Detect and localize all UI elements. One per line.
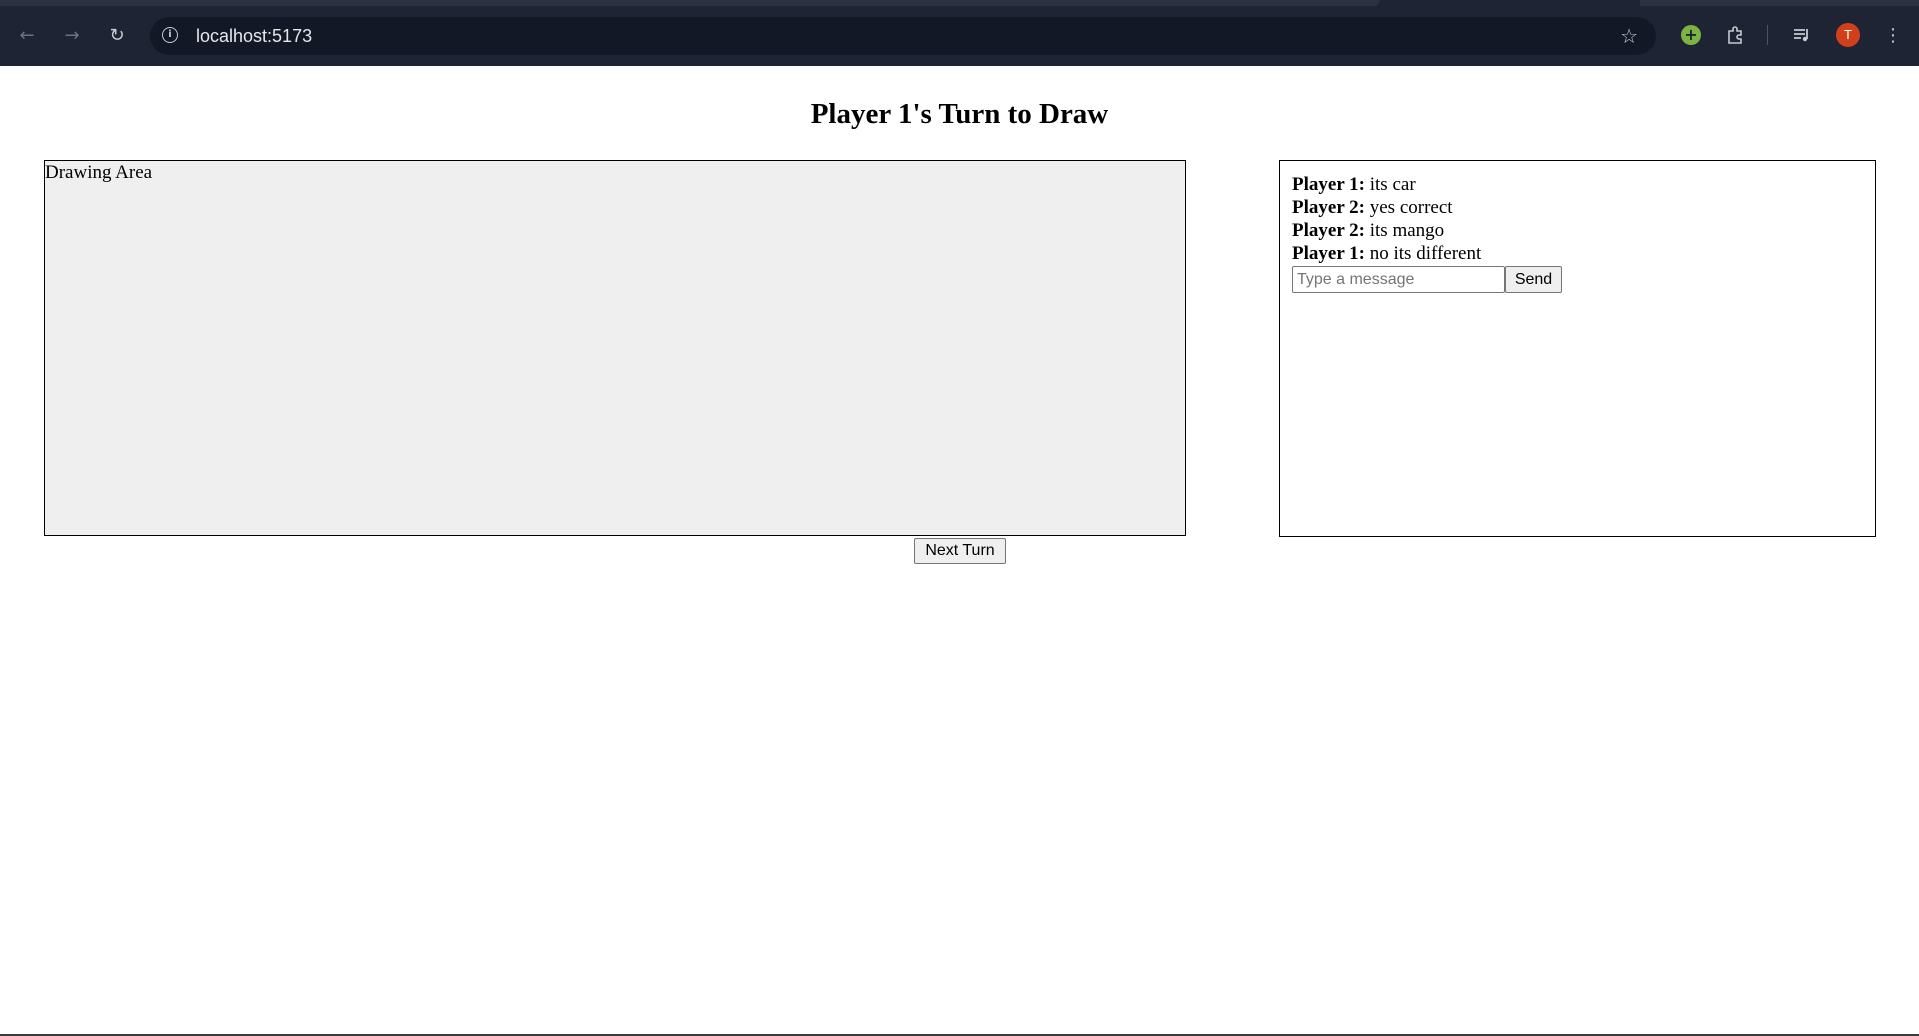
chat-message: Player 2: its mango [1292, 219, 1863, 242]
chat-text: no its different [1369, 243, 1482, 264]
chat-sender: Player 1: [1292, 243, 1365, 264]
chat-message: Player 1: its car [1292, 173, 1863, 196]
puzzle-icon[interactable] [1723, 22, 1749, 48]
chat-sender: Player 2: [1292, 197, 1365, 218]
address-bar[interactable]: i localhost:5173 ☆ [150, 17, 1656, 55]
media-queue-icon[interactable] [1789, 22, 1815, 48]
next-turn-button[interactable]: Next Turn [914, 538, 1006, 564]
tab-strip [0, 0, 1380, 6]
toolbar-separator [1767, 25, 1768, 45]
avatar: T [1836, 23, 1860, 47]
chat-message: Player 2: yes correct [1292, 196, 1863, 219]
chat-text: its mango [1369, 220, 1445, 241]
chat-input-row: Send [1292, 266, 1863, 293]
send-button[interactable]: Send [1505, 266, 1562, 293]
site-info-icon[interactable]: i [162, 27, 178, 43]
tab-strip-right [1640, 0, 1919, 6]
drawing-area[interactable]: Drawing Area [44, 160, 1186, 536]
chat-sender: Player 1: [1292, 174, 1365, 195]
profile-avatar[interactable]: T [1835, 22, 1861, 48]
browser-toolbar: ← → ↻ i localhost:5173 ☆ + T ⋮ [0, 0, 1919, 66]
forward-arrow-icon[interactable]: → [57, 20, 87, 50]
chat-panel: Player 1: its car Player 2: yes correct … [1279, 160, 1876, 537]
reload-icon[interactable]: ↻ [102, 20, 132, 50]
drawing-area-label: Drawing Area [45, 162, 153, 183]
chat-sender: Player 2: [1292, 220, 1365, 241]
kebab-menu-icon[interactable]: ⋮ [1880, 22, 1906, 48]
chat-text: its car [1369, 174, 1416, 195]
page-title: Player 1's Turn to Draw [810, 98, 1109, 130]
chat-message: Player 1: no its different [1292, 242, 1863, 265]
back-arrow-icon[interactable]: ← [12, 20, 42, 50]
chat-text: yes correct [1369, 197, 1453, 218]
extension-plus-icon[interactable]: + [1678, 22, 1704, 48]
chat-message-input[interactable] [1292, 266, 1505, 293]
star-icon[interactable]: ☆ [1620, 24, 1638, 48]
url-text[interactable]: localhost:5173 [196, 26, 312, 47]
